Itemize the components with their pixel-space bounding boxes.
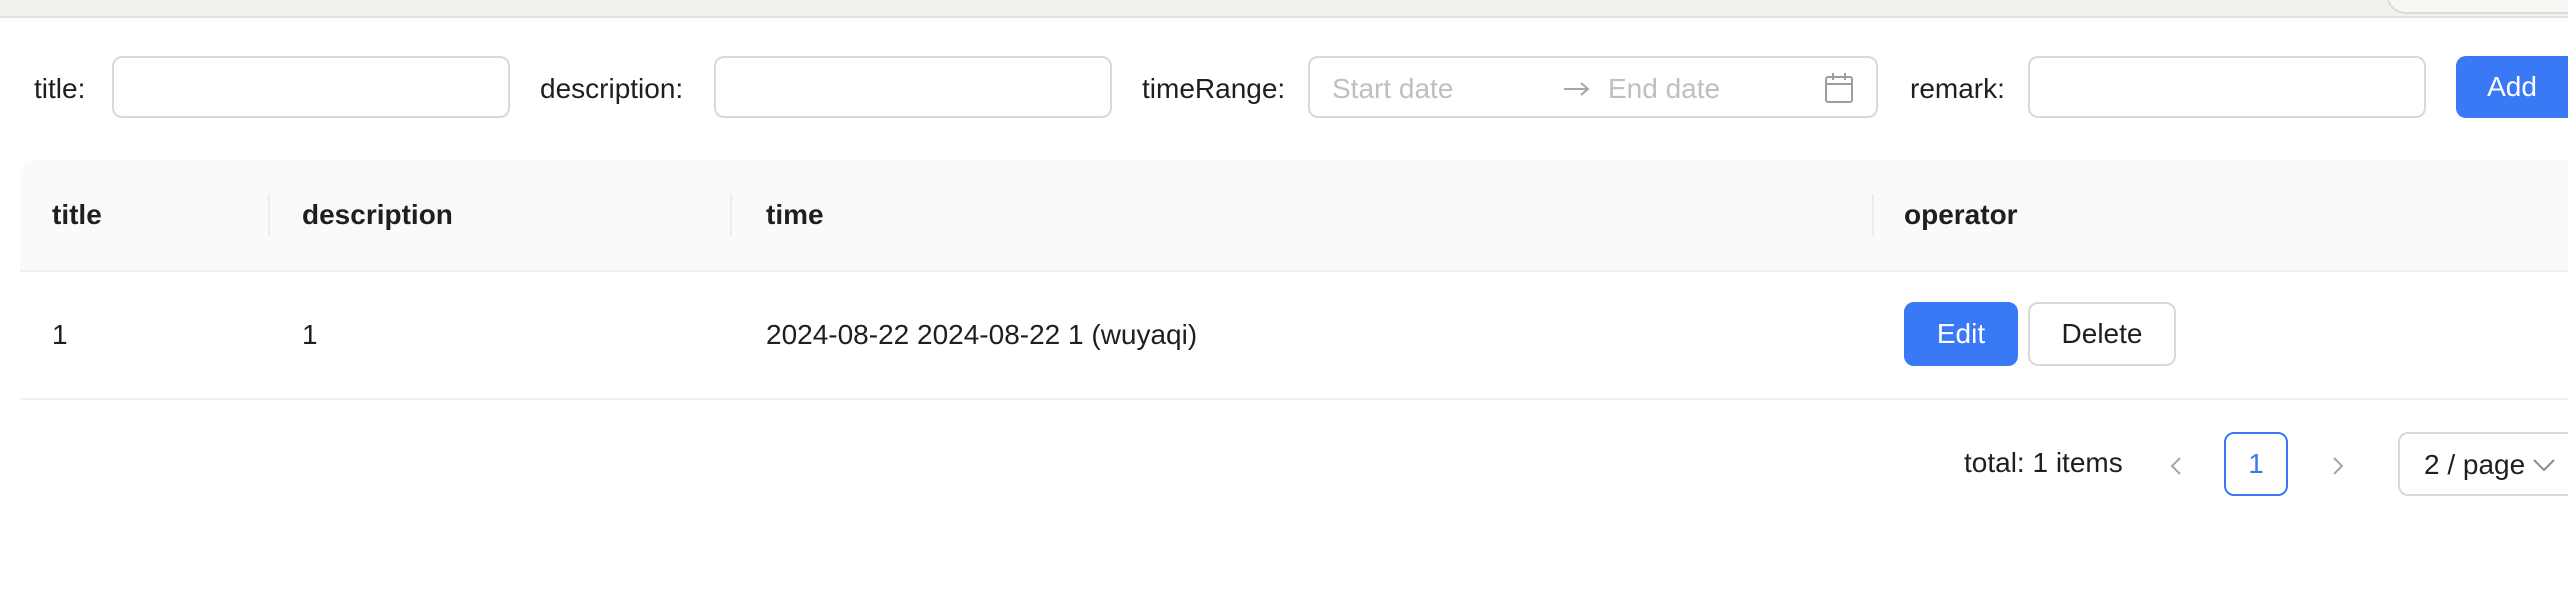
cell-title: 1	[52, 319, 68, 350]
column-header-operator: operator	[1904, 199, 2018, 230]
column-divider	[1872, 194, 1874, 236]
page-size-select[interactable]: 2 / page	[2398, 432, 2568, 496]
table-row: 1 1 2024-08-22 2024-08-22 1 (wuyaqi) Edi…	[20, 272, 2568, 400]
remark-input[interactable]	[2028, 56, 2426, 118]
arrow-right-icon	[1564, 82, 1590, 96]
add-button[interactable]: Add	[2456, 56, 2568, 118]
page-item-current[interactable]: 1	[2224, 432, 2288, 496]
chevron-down-icon	[2533, 459, 2555, 472]
column-divider	[268, 194, 270, 236]
time-range-label: timeRange:	[1142, 73, 1286, 104]
page-size-value: 2 / page	[2424, 449, 2526, 480]
remark-label: remark:	[1910, 73, 2005, 104]
total-count: total: 1 items	[1964, 447, 2123, 478]
title-input[interactable]	[112, 56, 510, 118]
end-date-input[interactable]: End date	[1608, 72, 1720, 106]
column-header-description: description	[302, 199, 453, 230]
column-header-title: title	[52, 199, 102, 230]
cell-description: 1	[302, 319, 318, 350]
description-input[interactable]	[714, 56, 1112, 118]
calendar-icon[interactable]	[1824, 72, 1854, 104]
edit-button[interactable]: Edit	[1904, 302, 2018, 366]
table-header: title description time operator	[20, 160, 2568, 272]
browser-tab-edge	[2386, 0, 2568, 14]
cell-time: 2024-08-22 2024-08-22 1 (wuyaqi)	[766, 319, 1198, 350]
chevron-left-icon[interactable]	[2164, 452, 2188, 480]
date-range-picker[interactable]: Start date End date	[1308, 56, 1878, 118]
column-divider	[730, 194, 732, 236]
column-header-time: time	[766, 199, 824, 230]
description-label: description:	[540, 73, 684, 104]
title-label: title:	[34, 73, 86, 104]
start-date-input[interactable]: Start date	[1332, 72, 1453, 106]
chevron-right-icon[interactable]	[2326, 452, 2350, 480]
delete-button[interactable]: Delete	[2028, 302, 2176, 366]
browser-top-strip	[0, 0, 2568, 18]
